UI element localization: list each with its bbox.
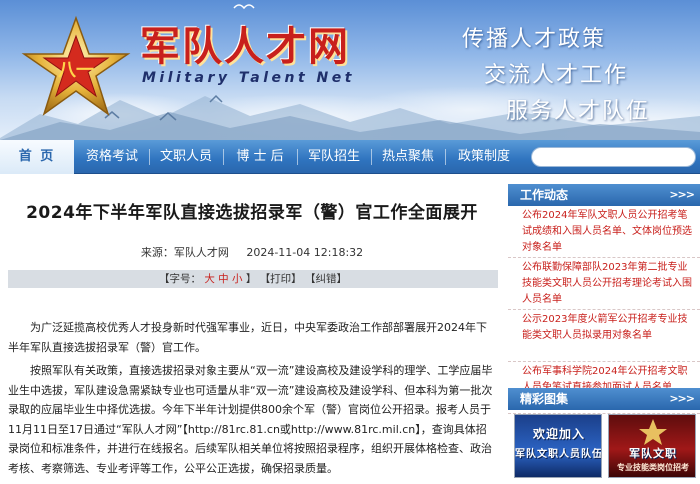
site-banner: 八一 军队人才网 Military Talent Net 传播人才政策 交流人才… <box>0 0 700 140</box>
report-error-link[interactable]: 【纠错】 <box>305 273 347 285</box>
gallery-caption: 专业技能类岗位招考 <box>617 463 689 472</box>
army-star-emblem-icon: 八一 <box>21 15 131 116</box>
search-input[interactable] <box>531 147 696 167</box>
article-paragraph: 按照军队有关政策，直接选拔招录对象主要从“双一流”建设高校及建设学科的理学、工学… <box>8 364 493 475</box>
banner-slogans: 传播人才政策 交流人才工作 服务人才队伍 <box>462 22 650 130</box>
article-body: 为广泛延揽高校优秀人才投身新时代强军事业，近日，中央军委政治工作部部署展开202… <box>8 318 496 482</box>
article: 2024年下半年军队直接选拔招录军（警）官工作全面展开 来源：军队人才网 202… <box>0 178 504 484</box>
article-title: 2024年下半年军队直接选拔招录军（警）官工作全面展开 <box>26 203 478 223</box>
font-size-small-link[interactable]: 小 <box>232 273 243 285</box>
news-item-link[interactable]: 公布2024年军队文职人员公开招考笔试成绩和入围人员名单、文体岗位预选对象名单 <box>508 208 700 258</box>
site-subtitle: Military Talent Net <box>142 70 355 86</box>
nav-military-admission[interactable]: 军队招生 <box>298 140 370 174</box>
work-news-more-link[interactable]: >>> <box>669 184 695 206</box>
bird-icon <box>233 4 255 10</box>
font-size-prefix: 【字号： <box>158 273 201 285</box>
gallery-title: 精彩图集 <box>520 392 569 406</box>
article-datetime: 2024-11-04 12:18:32 <box>246 246 364 259</box>
slogan-line: 交流人才工作 <box>484 63 629 88</box>
nav-hot-topics[interactable]: 热点聚焦 <box>372 140 444 174</box>
gallery-more-link[interactable]: >>> <box>669 388 695 410</box>
article-paragraph: 为广泛延揽高校优秀人才投身新时代强军事业，近日，中央军委政治工作部部署展开202… <box>8 321 487 354</box>
font-size-large-link[interactable]: 大 <box>204 273 215 285</box>
work-news-title: 工作动态 <box>520 188 569 202</box>
gallery-caption: 欢迎加入 <box>532 427 585 441</box>
gallery-header: 精彩图集 >>> <box>508 388 700 410</box>
article-source: 来源：军队人才网 <box>140 246 229 259</box>
news-item-link[interactable]: 公示2023年度火箭军公开招考专业技能类文职人员拟录用对象名单 <box>508 312 700 362</box>
nav-qualification-exam[interactable]: 资格考试 <box>76 140 148 174</box>
slogan-line: 传播人才政策 <box>462 27 607 52</box>
news-item-link[interactable]: 公布联勤保障部队2023年第二批专业技能类文职人员公开招考理论考试入围人员名单 <box>508 260 700 310</box>
work-news-list: 公布2024年军队文职人员公开招考笔试成绩和入围人员名单、文体岗位预选对象名单 … <box>508 208 700 416</box>
nav-home[interactable]: 首 页 <box>0 140 74 174</box>
font-size-suffix: 】 <box>245 273 257 285</box>
site-title: 军队人才网 <box>140 24 350 70</box>
star-badge-icon <box>639 419 667 445</box>
gallery: 欢迎加入 军队文职人员队伍 军队文职 专业技能类岗位招考 <box>508 414 700 484</box>
nav-postdoc[interactable]: 博 士 后 <box>224 140 296 174</box>
article-meta: 来源：军队人才网 2024-11-04 12:18:32 <box>0 244 504 260</box>
print-link[interactable]: 【打印】 <box>260 273 302 285</box>
gallery-caption: 军队文职人员队伍 <box>515 449 602 460</box>
work-news-header: 工作动态 >>> <box>508 184 700 206</box>
nav-civilian-staff[interactable]: 文职人员 <box>150 140 222 174</box>
gallery-caption: 军队文职 <box>629 447 677 460</box>
font-size-medium-link[interactable]: 中 <box>218 273 229 285</box>
article-tools-bar: 【字号： 大 中 小 】 【打印】 【纠错】 <box>8 270 498 288</box>
gallery-image-civilian-exam[interactable]: 军队文职 专业技能类岗位招考 <box>608 414 696 478</box>
svg-text:八一: 八一 <box>58 60 94 81</box>
right-sidebar: 工作动态 >>> 公布2024年军队文职人员公开招考笔试成绩和入围人员名单、文体… <box>508 178 700 484</box>
gallery-image-civilian-recruit[interactable]: 欢迎加入 军队文职人员队伍 <box>514 414 602 478</box>
slogan-line: 服务人才队伍 <box>506 99 651 124</box>
main-nav: 首 页 资格考试 文职人员 博 士 后 军队招生 热点聚焦 政策制度 <box>0 140 700 174</box>
nav-policy[interactable]: 政策制度 <box>446 140 522 174</box>
